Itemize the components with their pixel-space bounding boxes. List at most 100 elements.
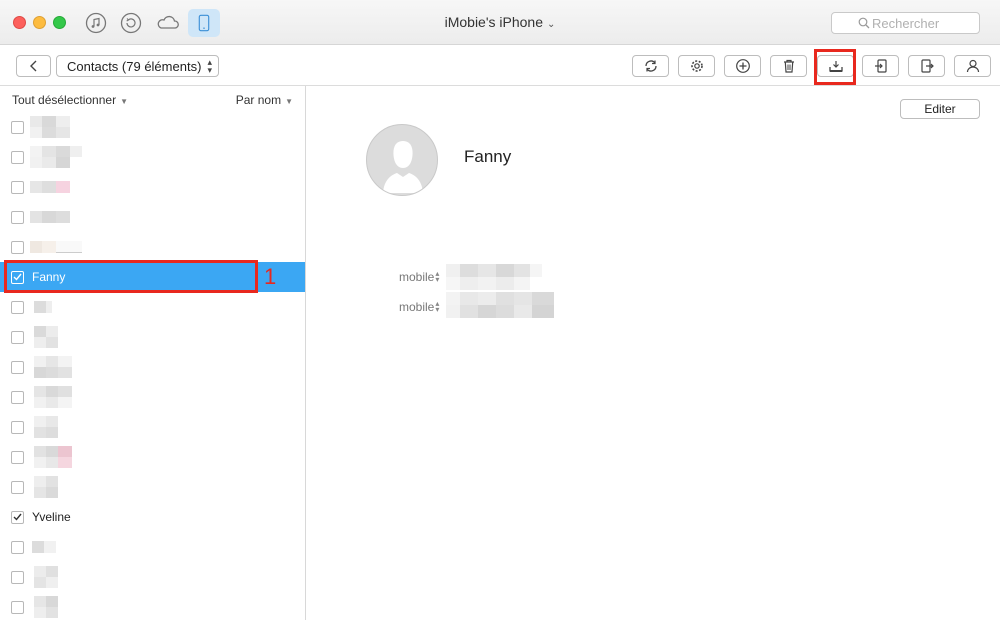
- checkbox[interactable]: [11, 420, 24, 434]
- search-input[interactable]: [854, 15, 979, 31]
- list-item[interactable]: [0, 382, 305, 412]
- contact-name: Yveline: [32, 510, 71, 524]
- caret-down-icon: ▼: [120, 97, 128, 106]
- list-item[interactable]: [0, 532, 305, 562]
- blurred-name: [30, 326, 84, 348]
- search-box[interactable]: [831, 12, 980, 34]
- list-item[interactable]: [0, 352, 305, 382]
- list-item[interactable]: [0, 592, 305, 622]
- search-icon: [858, 17, 870, 29]
- phone-label-select[interactable]: mobile ▴ ▾: [399, 299, 440, 315]
- contact-list: Fanny Yveline: [0, 112, 305, 622]
- title-bar: iMobie's iPhone ⌄: [0, 0, 1000, 45]
- contact-icon: [966, 59, 979, 73]
- blurred-name: [30, 176, 84, 198]
- checkbox[interactable]: [11, 570, 24, 584]
- checkbox[interactable]: [11, 360, 24, 374]
- checkbox[interactable]: [11, 210, 24, 224]
- list-item[interactable]: [0, 142, 305, 172]
- blurred-name: [30, 356, 84, 378]
- list-item[interactable]: [0, 442, 305, 472]
- highlight-export-box: [814, 49, 856, 85]
- app-window: iMobie's iPhone ⌄ Contacts (79 éléments) …: [0, 0, 1000, 620]
- contact-button[interactable]: [954, 55, 991, 77]
- back-button[interactable]: [16, 55, 51, 77]
- list-item[interactable]: [0, 412, 305, 442]
- checkbox[interactable]: [11, 120, 24, 134]
- contact-list-panel: Tout désélectionner ▼ Par nom ▼ Fanny Yv…: [0, 86, 306, 620]
- blurred-name: [30, 146, 84, 168]
- highlight-selected-contact: [4, 260, 258, 293]
- list-item[interactable]: [0, 562, 305, 592]
- step-1-label: 1: [264, 264, 277, 289]
- checkbox[interactable]: [11, 450, 24, 464]
- blurred-name: [30, 476, 84, 498]
- sort-label: Par nom: [235, 93, 282, 107]
- checkbox[interactable]: [11, 330, 24, 344]
- list-item[interactable]: [0, 292, 305, 322]
- checkbox-checked[interactable]: [11, 510, 24, 524]
- checkbox[interactable]: [11, 240, 24, 254]
- chevron-left-icon: [29, 60, 36, 72]
- phone-label: mobile: [399, 270, 435, 284]
- blurred-name: [30, 206, 84, 228]
- contact-detail-panel: Editer Fanny mobile ▴ ▾ mobile ▴ ▾: [307, 86, 1000, 620]
- export-icon: [920, 59, 934, 73]
- delete-button[interactable]: [770, 55, 807, 77]
- list-item[interactable]: [0, 172, 305, 202]
- list-item[interactable]: [0, 232, 305, 262]
- gear-icon: [690, 60, 703, 72]
- person-silhouette-icon: [383, 141, 423, 193]
- blurred-phone-number: [446, 292, 566, 318]
- updown-icon: ▴ ▾: [207, 57, 212, 75]
- deselect-all-button[interactable]: Tout désélectionner ▼: [12, 93, 128, 107]
- blurred-name: [30, 116, 84, 138]
- trash-icon: [783, 59, 794, 73]
- checkbox[interactable]: [11, 180, 24, 194]
- checkbox[interactable]: [11, 480, 24, 494]
- checkbox[interactable]: [11, 540, 24, 554]
- blurred-name: [30, 566, 84, 588]
- list-item[interactable]: [0, 472, 305, 502]
- edit-label: Editer: [924, 102, 956, 116]
- refresh-button[interactable]: [632, 55, 669, 77]
- caret-down-icon: ▼: [285, 97, 293, 106]
- blurred-name: [30, 386, 84, 408]
- checkbox[interactable]: [11, 390, 24, 404]
- deselect-all-label: Tout désélectionner: [12, 93, 117, 107]
- blurred-name: [30, 416, 84, 438]
- contact-title: Fanny: [464, 147, 512, 166]
- device-title: iMobie's iPhone: [444, 14, 543, 30]
- checkbox[interactable]: [11, 600, 24, 614]
- blurred-name: [30, 446, 84, 468]
- blurred-phone-number: [446, 264, 546, 290]
- list-item[interactable]: [0, 202, 305, 232]
- blurred-name: [30, 536, 84, 558]
- blurred-name: [30, 296, 84, 318]
- updown-icon: ▴ ▾: [435, 269, 440, 284]
- list-header: Tout désélectionner ▼ Par nom ▼: [0, 86, 305, 114]
- chevron-down-icon: ⌄: [547, 19, 556, 30]
- category-label: Contacts (79 éléments): [67, 58, 202, 74]
- add-button[interactable]: [724, 55, 761, 77]
- import-icon: [874, 59, 887, 73]
- phone-label-select[interactable]: mobile ▴ ▾: [399, 269, 440, 285]
- settings-button[interactable]: [678, 55, 715, 77]
- checkmark-icon: [13, 513, 22, 521]
- list-item[interactable]: [0, 112, 305, 142]
- import-button[interactable]: [862, 55, 899, 77]
- export-button[interactable]: [908, 55, 945, 77]
- checkbox[interactable]: [11, 300, 24, 314]
- updown-icon: ▴ ▾: [435, 299, 440, 314]
- refresh-icon: [644, 60, 657, 72]
- avatar: [366, 124, 438, 196]
- list-item[interactable]: Yveline: [0, 502, 305, 532]
- blurred-name: [30, 596, 84, 618]
- edit-button[interactable]: Editer: [900, 99, 980, 119]
- category-select[interactable]: Contacts (79 éléments) ▴ ▾: [56, 55, 219, 77]
- add-icon: [735, 59, 750, 73]
- checkbox[interactable]: [11, 150, 24, 164]
- sort-button[interactable]: Par nom ▼: [236, 93, 293, 107]
- phone-label: mobile: [399, 300, 435, 314]
- list-item[interactable]: [0, 322, 305, 352]
